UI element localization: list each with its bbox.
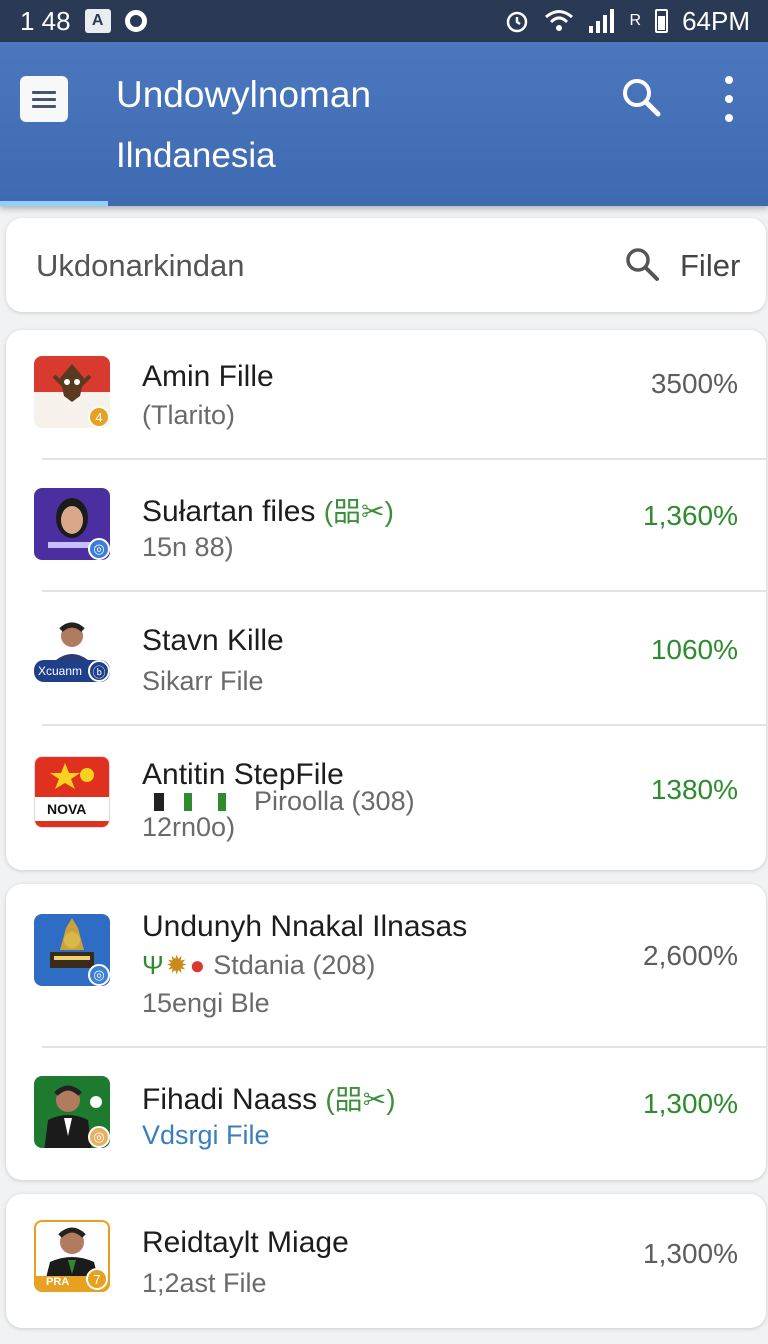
file-card-2: ◎ Undunyh Nnakal Ilnasas Ψ ✹ ● Stdania (… bbox=[6, 884, 766, 1180]
green-bar-icon bbox=[184, 792, 192, 811]
row-value: 1,300% bbox=[643, 1238, 738, 1269]
badge: 7 bbox=[86, 1268, 108, 1290]
status-right: R 64PM bbox=[504, 6, 750, 37]
app-title: Undowylnoman bbox=[116, 74, 372, 115]
status-left: 1 48 A bbox=[20, 6, 147, 37]
wifi-icon bbox=[544, 10, 573, 31]
row-value: 3500% bbox=[650, 368, 738, 399]
signal-icon bbox=[588, 9, 614, 33]
list-item[interactable]: ◎ Undunyh Nnakal Ilnasas Ψ ✹ ● Stdania (… bbox=[6, 884, 766, 1048]
alarm-icon bbox=[506, 11, 527, 33]
record-icon bbox=[124, 10, 147, 32]
more-vert-icon[interactable] bbox=[718, 76, 740, 122]
search-bar[interactable]: Ukdonarkindan Filer bbox=[6, 218, 766, 312]
status-time: 1 48 bbox=[20, 5, 71, 36]
network-label: R bbox=[629, 12, 642, 29]
row-subtitle: Vdsrgi File bbox=[142, 1120, 270, 1150]
badge: ⓑ bbox=[88, 660, 110, 682]
status-clock: 64PM bbox=[682, 5, 750, 36]
row-subtitle-2: Ψ ✹ ● Stdania (208) bbox=[142, 950, 376, 980]
row-subtitle: (Tlarito) bbox=[142, 400, 235, 430]
list-item[interactable]: NOVA Antitin StepFile Piroolla (308) 12r… bbox=[6, 726, 766, 870]
row-subtitle: 15engi Ble bbox=[142, 988, 270, 1018]
face-icon: ● bbox=[189, 950, 206, 980]
avatar-label: Xcuanm bbox=[38, 664, 83, 678]
row-value: 1,360% bbox=[643, 500, 738, 531]
badge: 4 bbox=[88, 406, 110, 428]
menu-button[interactable] bbox=[20, 76, 68, 122]
app-subtitle: Ilndanesia bbox=[116, 136, 276, 175]
row-value: 1060% bbox=[650, 634, 738, 665]
green-bar-icon bbox=[218, 792, 226, 811]
battery-flag-icon bbox=[154, 792, 164, 811]
avatar: ◎ bbox=[34, 914, 110, 986]
avatar-label: PRA bbox=[46, 1276, 70, 1288]
filter-button[interactable]: Filer bbox=[680, 248, 740, 284]
avatar: PRA 7 bbox=[34, 1220, 110, 1292]
row-title-text: Sułartan files bbox=[142, 495, 316, 528]
filter-search-icon[interactable] bbox=[624, 246, 660, 282]
list-item[interactable]: ◎ Fihadi Naass (㗊✂) Vdsrgi File 1,300% bbox=[6, 1048, 766, 1180]
badge: ◎ bbox=[88, 964, 110, 986]
avatar: Xcuanm ⓑ bbox=[34, 620, 110, 692]
app-bar: Undowylnoman Ilndanesia bbox=[0, 42, 768, 206]
row-title: Reidtaylt Miage bbox=[142, 1226, 349, 1259]
row-title: Undunyh Nnakal Ilnasas bbox=[142, 910, 468, 943]
row-title-text: Fihadi Naass bbox=[142, 1083, 318, 1116]
avatar: ◎ bbox=[34, 1076, 110, 1148]
avatar: 4 bbox=[34, 356, 110, 428]
row-title: Amin Fille bbox=[142, 360, 274, 393]
row-subtitle: 15n 88) bbox=[142, 532, 234, 562]
app-notification-icon: A bbox=[84, 9, 111, 33]
file-card-3: PRA 7 Reidtaylt Miage 1;2ast File 1,300% bbox=[6, 1194, 766, 1328]
avatar: NOVA bbox=[34, 756, 110, 828]
list-item[interactable]: Xcuanm ⓑ Stavn Kille Sikarr File 1060% bbox=[6, 592, 766, 726]
row-subtitle: Sikarr File bbox=[142, 666, 264, 696]
sun-icon: ✹ bbox=[165, 950, 188, 980]
search-icon[interactable] bbox=[620, 76, 662, 118]
list-item[interactable]: 4 Amin Fille (Tlarito) 3500% bbox=[6, 330, 766, 460]
badge: ◎ bbox=[88, 538, 110, 560]
battery-icon bbox=[655, 9, 669, 33]
row-subtitle: 12rn0o) bbox=[142, 812, 236, 842]
row-title: Sułartan files (㗊✂) bbox=[142, 490, 394, 530]
row-value: 2,600% bbox=[643, 940, 738, 971]
menu-icon bbox=[32, 90, 56, 94]
search-input[interactable]: Ukdonarkindan bbox=[36, 248, 245, 284]
avatar-label: NOVA bbox=[47, 801, 87, 817]
list-item[interactable]: PRA 7 Reidtaylt Miage 1;2ast File 1,300% bbox=[6, 1194, 766, 1328]
tab-indicator bbox=[0, 201, 108, 206]
star-icon bbox=[50, 763, 94, 789]
cactus-icon: Ψ bbox=[142, 950, 164, 980]
row-value: 1380% bbox=[650, 774, 738, 805]
row-title: Fihadi Naass (㗊✂) bbox=[142, 1078, 396, 1118]
row-subtitle: 1;2ast File bbox=[142, 1268, 267, 1298]
row-tag: (㗊✂) bbox=[325, 1084, 396, 1115]
avatar: ◎ bbox=[34, 488, 110, 560]
status-bar: 1 48 A R 64PM bbox=[0, 0, 768, 42]
list-item[interactable]: ◎ Sułartan files (㗊✂) 15n 88) 1,360% bbox=[6, 460, 766, 592]
file-card-1: 4 Amin Fille (Tlarito) 3500% ◎ Sułartan … bbox=[6, 330, 766, 870]
row-value: 1,300% bbox=[643, 1088, 738, 1119]
badge: ◎ bbox=[88, 1126, 110, 1148]
row-title: Stavn Kille bbox=[142, 624, 284, 657]
row-tag: (㗊✂) bbox=[323, 496, 394, 527]
